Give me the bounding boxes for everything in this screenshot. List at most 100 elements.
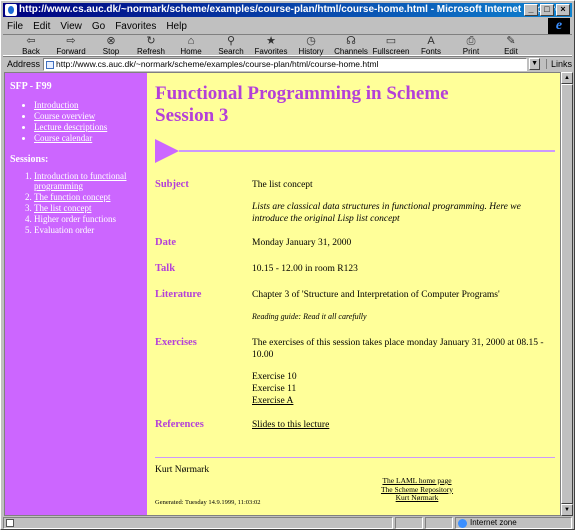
address-label: Address <box>7 59 41 69</box>
sessions-heading: Sessions: <box>10 154 49 165</box>
maximize-button[interactable]: □ <box>540 4 554 16</box>
browser-window: http://www.cs.auc.dk/~normark/scheme/exa… <box>0 0 575 530</box>
channels-icon: ☊ <box>346 35 356 47</box>
divider-line <box>179 150 555 152</box>
status-text-area <box>3 516 393 529</box>
exercises-label: Exercises <box>155 337 197 348</box>
session-item-2: The function concept <box>34 192 147 202</box>
menu-favorites[interactable]: Favorites <box>115 21 156 32</box>
arrow-triangle-icon <box>155 139 179 163</box>
subject-text: The list concept <box>252 180 313 190</box>
channels-button[interactable]: ☊ Channels <box>331 35 371 57</box>
menu-edit[interactable]: Edit <box>33 21 50 32</box>
title-bar: http://www.cs.auc.dk/~normark/scheme/exa… <box>3 3 572 17</box>
home-button[interactable]: ⌂ Home <box>171 35 211 57</box>
page-title: Functional Programming in Scheme Session… <box>155 83 449 127</box>
status-segment-2 <box>425 516 453 529</box>
edit-icon: ✎ <box>506 35 516 47</box>
session-link-1[interactable]: Introduction to functional programming <box>34 171 126 191</box>
footer-author: Kurt Nørmark <box>155 465 210 475</box>
status-segment <box>395 516 423 529</box>
stop-button[interactable]: ⊗ Stop <box>91 35 131 57</box>
toolbar: ⇦ Back ⇨ Forward ⊗ Stop ↻ Refresh ⌂ Home ⚲ Sea… <box>3 34 572 56</box>
ie-logo-icon: e <box>548 18 570 34</box>
stop-icon: ⊗ <box>106 35 116 47</box>
menu-help[interactable]: Help <box>166 21 187 32</box>
document-icon <box>6 518 14 527</box>
footer-generated: Generated: Tuesday 14.9.1999, 11:03:02 <box>155 499 261 506</box>
exercise-11: Exercise 11 <box>252 384 297 394</box>
literature-value: Chapter 3 of 'Structure and Interpretati… <box>252 289 552 323</box>
exercise-a-link[interactable]: Exercise A <box>252 396 293 406</box>
literature-label: Literature <box>155 289 202 300</box>
back-button[interactable]: ⇦ Back <box>11 35 51 57</box>
sidebar-link-course-overview[interactable]: Course overview <box>34 111 95 121</box>
page-icon <box>46 60 55 69</box>
minimize-button[interactable]: _ <box>524 4 538 16</box>
footer-links: The LAML home page The Scheme Repository… <box>357 476 477 503</box>
address-dropdown-button[interactable]: ▼ <box>529 58 540 70</box>
sidebar: SFP - F99 Introduction Course overview L… <box>5 73 147 515</box>
page-viewport: SFP - F99 Introduction Course overview L… <box>4 72 561 516</box>
sidebar-link-introduction[interactable]: Introduction <box>34 100 79 110</box>
forward-button[interactable]: ⇨ Forward <box>51 35 91 57</box>
vertical-scrollbar[interactable]: ▲ ▼ <box>561 72 573 516</box>
sidebar-item-course-calendar: Course calendar <box>34 133 147 144</box>
sidebar-item-course-overview: Course overview <box>34 111 147 122</box>
refresh-icon: ↻ <box>146 35 156 47</box>
print-button[interactable]: ⎙ Print <box>451 35 491 57</box>
scroll-down-button[interactable]: ▼ <box>561 504 573 516</box>
session-text-4: Higher order functions <box>34 214 116 224</box>
menu-go[interactable]: Go <box>92 21 105 32</box>
sidebar-link-course-calendar[interactable]: Course calendar <box>34 133 92 143</box>
scroll-thumb[interactable] <box>561 84 573 504</box>
footer-link-author[interactable]: Kurt Nørmark <box>357 493 477 503</box>
fullscreen-button[interactable]: ▭ Fullscreen <box>371 35 411 57</box>
forward-arrow-icon: ⇨ <box>66 35 76 47</box>
talk-label: Talk <box>155 263 176 274</box>
references-label: References <box>155 419 204 430</box>
literature-text: Chapter 3 of 'Structure and Interpretati… <box>252 290 500 300</box>
page-title-line2: Session 3 <box>155 105 229 126</box>
fullscreen-icon: ▭ <box>385 35 397 47</box>
window-title: http://www.cs.auc.dk/~normark/scheme/exa… <box>19 4 565 15</box>
references-value: Slides to this lecture <box>252 419 552 431</box>
sidebar-nav: Introduction Course overview Lecture des… <box>10 100 147 144</box>
address-input[interactable]: http://www.cs.auc.dk/~normark/scheme/exa… <box>43 57 528 71</box>
session-item-1: Introduction to functional programming <box>34 171 147 191</box>
menu-bar: File Edit View Go Favorites Help <box>3 18 572 34</box>
fonts-icon: A <box>427 35 435 47</box>
session-item-4: Higher order functions <box>34 214 147 224</box>
sidebar-item-introduction: Introduction <box>34 100 147 111</box>
favorites-icon: ★ <box>266 35 276 47</box>
date-value: Monday January 31, 2000 <box>252 238 352 248</box>
ie-app-icon[interactable] <box>5 4 17 16</box>
links-button[interactable]: Links <box>545 59 572 69</box>
subject-description: Lists are classical data structures in f… <box>252 202 521 224</box>
menu-file[interactable]: File <box>7 21 23 32</box>
subject-value: The list concept Lists are classical dat… <box>252 179 552 225</box>
refresh-button[interactable]: ↻ Refresh <box>131 35 171 57</box>
session-link-2[interactable]: The function concept <box>34 192 110 202</box>
print-icon: ⎙ <box>466 35 476 47</box>
search-button[interactable]: ⚲ Search <box>211 35 251 57</box>
close-button[interactable]: × <box>556 4 570 16</box>
date-label: Date <box>155 237 176 248</box>
zone-label: Internet zone <box>470 517 517 527</box>
scroll-up-button[interactable]: ▲ <box>561 72 573 84</box>
favorites-button[interactable]: ★ Favorites <box>251 35 291 57</box>
slides-link[interactable]: Slides to this lecture <box>252 420 329 430</box>
session-text-5: Evaluation order <box>34 225 95 235</box>
footer-divider <box>155 457 555 458</box>
edit-button[interactable]: ✎ Edit <box>491 35 531 57</box>
fonts-button[interactable]: A Fonts <box>411 35 451 57</box>
history-button[interactable]: ◷ History <box>291 35 331 57</box>
menu-view[interactable]: View <box>60 21 82 32</box>
home-icon: ⌂ <box>187 35 195 47</box>
exercises-text: The exercises of this session takes plac… <box>252 338 544 360</box>
sidebar-item-lecture-descriptions: Lecture descriptions <box>34 122 147 133</box>
sidebar-link-lecture-descriptions[interactable]: Lecture descriptions <box>34 122 107 132</box>
session-link-3[interactable]: The list concept <box>34 203 91 213</box>
exercise-10: Exercise 10 <box>252 372 297 382</box>
arrow-divider <box>155 139 555 163</box>
